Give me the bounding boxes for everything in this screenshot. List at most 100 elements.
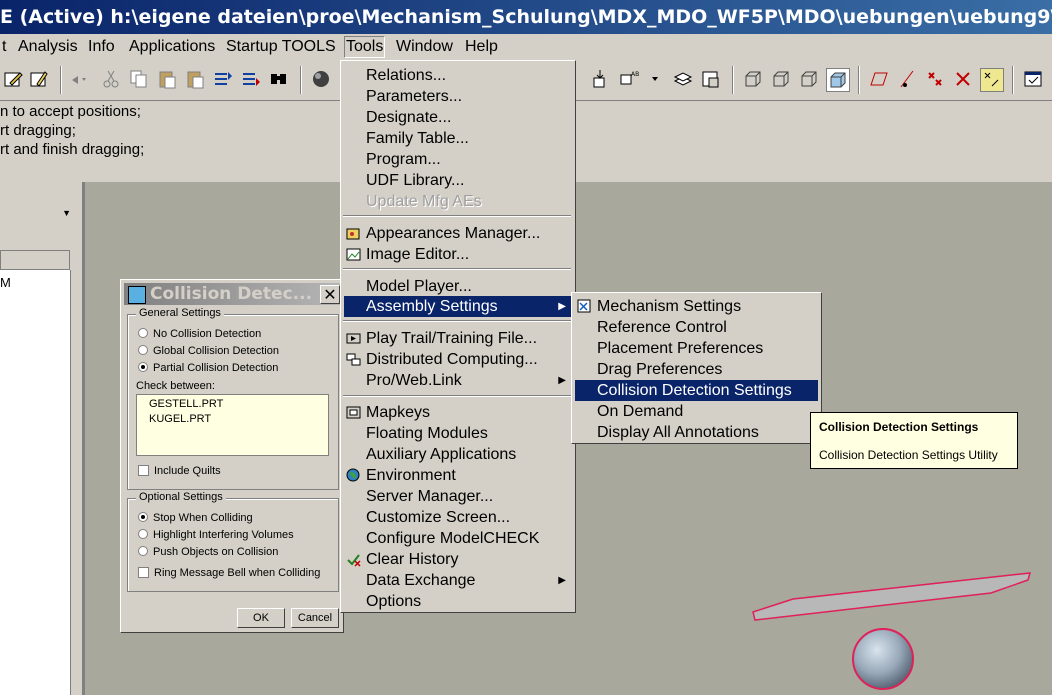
close-icon[interactable]: ✕ bbox=[320, 285, 340, 304]
undo-icon[interactable] bbox=[68, 68, 90, 90]
collision-detection-dialog: Collision Detec... ✕ General Settings No… bbox=[120, 279, 344, 633]
dialog-title-bar[interactable]: Collision Detec... ✕ bbox=[124, 283, 340, 305]
menu-item-family-table[interactable]: Family Table... bbox=[344, 128, 572, 149]
list-item[interactable]: KUGEL.PRT bbox=[149, 413, 211, 425]
menu-item-relations[interactable]: Relations... bbox=[344, 65, 572, 86]
window-title: E (Active) h:\eigene dateien\proe\Mechan… bbox=[0, 6, 1052, 28]
tooltip-text: Collision Detection Settings Utility bbox=[819, 448, 998, 462]
menu-item-customize-screen[interactable]: Customize Screen... bbox=[344, 507, 572, 528]
menu-item-data-exchange[interactable]: Data Exchange ▶ bbox=[344, 570, 572, 591]
appearances-icon bbox=[346, 228, 360, 240]
sphere-part[interactable] bbox=[852, 628, 914, 690]
datum-csys-icon[interactable] bbox=[952, 68, 974, 90]
radio-global-collision[interactable]: Global Collision Detection bbox=[138, 345, 279, 357]
menu-item-placement-preferences[interactable]: Placement Preferences bbox=[575, 338, 818, 359]
hidden-line-icon[interactable] bbox=[770, 68, 792, 90]
menu-help[interactable]: Help bbox=[463, 37, 500, 57]
submenu-arrow-icon: ▶ bbox=[558, 575, 566, 586]
radio-no-collision[interactable]: No Collision Detection bbox=[138, 328, 261, 340]
menu-item-mapkeys[interactable]: Mapkeys bbox=[344, 402, 572, 423]
model-tree[interactable]: M bbox=[0, 270, 71, 695]
menu-item-server-manager[interactable]: Server Manager... bbox=[344, 486, 572, 507]
assembly-settings-submenu: Mechanism Settings Reference Control Pla… bbox=[571, 292, 822, 444]
menu-item-image-editor[interactable]: Image Editor... bbox=[344, 244, 572, 265]
menu-item-distributed-computing[interactable]: Distributed Computing... bbox=[344, 349, 572, 370]
paste-special-icon[interactable] bbox=[184, 68, 206, 90]
select-window-icon[interactable] bbox=[1022, 68, 1044, 90]
datum-plane-icon[interactable] bbox=[868, 68, 890, 90]
menu-item-drag-preferences[interactable]: Drag Preferences bbox=[575, 359, 818, 380]
view-manager-icon[interactable] bbox=[700, 68, 722, 90]
datum-point-icon[interactable] bbox=[924, 68, 946, 90]
cancel-button[interactable]: Cancel bbox=[291, 608, 339, 628]
no-hidden-icon[interactable] bbox=[798, 68, 820, 90]
menu-item-floating-modules[interactable]: Floating Modules bbox=[344, 423, 572, 444]
menu-item-model-player[interactable]: Model Player... bbox=[344, 276, 572, 297]
include-quilts-checkbox[interactable]: Include Quilts bbox=[138, 465, 221, 477]
menu-item-appearances-manager[interactable]: Appearances Manager... bbox=[344, 223, 572, 244]
menu-item-assembly-settings[interactable]: Assembly Settings ▶ bbox=[344, 296, 572, 317]
menu-item-udf-library[interactable]: UDF Library... bbox=[344, 170, 572, 191]
regenerate-icon[interactable] bbox=[212, 68, 234, 90]
model-tree-dropdown[interactable]: ▼ bbox=[0, 204, 73, 224]
tree-item[interactable]: M bbox=[0, 275, 11, 290]
environment-icon bbox=[346, 468, 360, 482]
menu-window[interactable]: Window bbox=[394, 37, 455, 57]
tools-menu: Relations... Parameters... Designate... … bbox=[340, 60, 576, 613]
menu-item-collision-detection-settings[interactable]: Collision Detection Settings bbox=[575, 380, 818, 401]
paste-icon[interactable] bbox=[156, 68, 178, 90]
menu-item-options[interactable]: Options bbox=[344, 591, 572, 612]
menu-applications[interactable]: Applications bbox=[127, 37, 217, 57]
check-between-label: Check between: bbox=[136, 380, 215, 392]
shaded-view-icon[interactable] bbox=[826, 68, 850, 92]
mechanism-settings-icon bbox=[577, 299, 591, 313]
menu-edit[interactable]: t bbox=[0, 37, 8, 57]
menu-item-display-all-annotations[interactable]: Display All Annotations bbox=[575, 422, 818, 443]
menu-tools[interactable]: Tools bbox=[344, 36, 386, 58]
menu-item-play-trail[interactable]: Play Trail/Training File... bbox=[344, 328, 572, 349]
regeneration-manager-icon[interactable] bbox=[240, 68, 262, 90]
annotation-icon[interactable]: AB bbox=[618, 68, 640, 90]
menu-separator bbox=[343, 395, 571, 397]
menu-item-reference-control[interactable]: Reference Control bbox=[575, 317, 818, 338]
model-tree-header bbox=[0, 250, 70, 270]
radio-push-objects[interactable]: Push Objects on Collision bbox=[138, 546, 278, 558]
edit-definition-icon[interactable] bbox=[28, 68, 50, 90]
menu-item-clear-history[interactable]: Clear History bbox=[344, 549, 572, 570]
window-title-bar[interactable]: E (Active) h:\eigene dateien\proe\Mechan… bbox=[0, 0, 1052, 34]
assembly-placement-icon[interactable] bbox=[590, 68, 612, 90]
menu-item-configure-modelcheck[interactable]: Configure ModelCHECK bbox=[344, 528, 572, 549]
datum-axis-icon[interactable] bbox=[896, 68, 918, 90]
edit-icon[interactable] bbox=[2, 68, 24, 90]
layer-icon[interactable] bbox=[672, 68, 694, 90]
menu-analysis[interactable]: Analysis bbox=[16, 37, 80, 57]
menu-item-auxiliary-applications[interactable]: Auxiliary Applications bbox=[344, 444, 572, 465]
cut-icon[interactable] bbox=[100, 68, 122, 90]
list-item[interactable]: GESTELL.PRT bbox=[149, 398, 223, 410]
menu-separator bbox=[343, 320, 571, 322]
menu-info[interactable]: Info bbox=[86, 37, 117, 57]
check-between-list[interactable]: GESTELL.PRT KUGEL.PRT bbox=[136, 394, 329, 456]
spin-center-icon[interactable] bbox=[980, 68, 1004, 92]
dropdown-arrow-icon[interactable] bbox=[646, 68, 668, 90]
model-tree-panel: ▼ M bbox=[0, 180, 75, 695]
shading-icon[interactable] bbox=[310, 68, 332, 90]
menu-item-mechanism-settings[interactable]: Mechanism Settings bbox=[575, 296, 818, 317]
chevron-down-icon[interactable]: ▼ bbox=[62, 208, 71, 218]
menu-startup-tools[interactable]: Startup TOOLS bbox=[224, 37, 338, 57]
ok-button[interactable]: OK bbox=[237, 608, 285, 628]
ring-bell-checkbox[interactable]: Ring Message Bell when Colliding bbox=[138, 567, 320, 579]
find-icon[interactable] bbox=[268, 68, 290, 90]
wireframe-icon[interactable] bbox=[742, 68, 764, 90]
menu-item-on-demand[interactable]: On Demand bbox=[575, 401, 818, 422]
radio-highlight-volumes[interactable]: Highlight Interfering Volumes bbox=[138, 529, 294, 541]
menu-item-designate[interactable]: Designate... bbox=[344, 107, 572, 128]
menu-item-environment[interactable]: Environment bbox=[344, 465, 572, 486]
copy-icon[interactable] bbox=[128, 68, 150, 90]
menu-item-program[interactable]: Program... bbox=[344, 149, 572, 170]
menu-item-pro-web-link[interactable]: Pro/Web.Link ▶ bbox=[344, 370, 572, 391]
menu-item-parameters[interactable]: Parameters... bbox=[344, 86, 572, 107]
radio-partial-collision[interactable]: Partial Collision Detection bbox=[138, 362, 278, 374]
radio-stop-when-colliding[interactable]: Stop When Colliding bbox=[138, 512, 253, 524]
menu-separator bbox=[343, 268, 571, 270]
